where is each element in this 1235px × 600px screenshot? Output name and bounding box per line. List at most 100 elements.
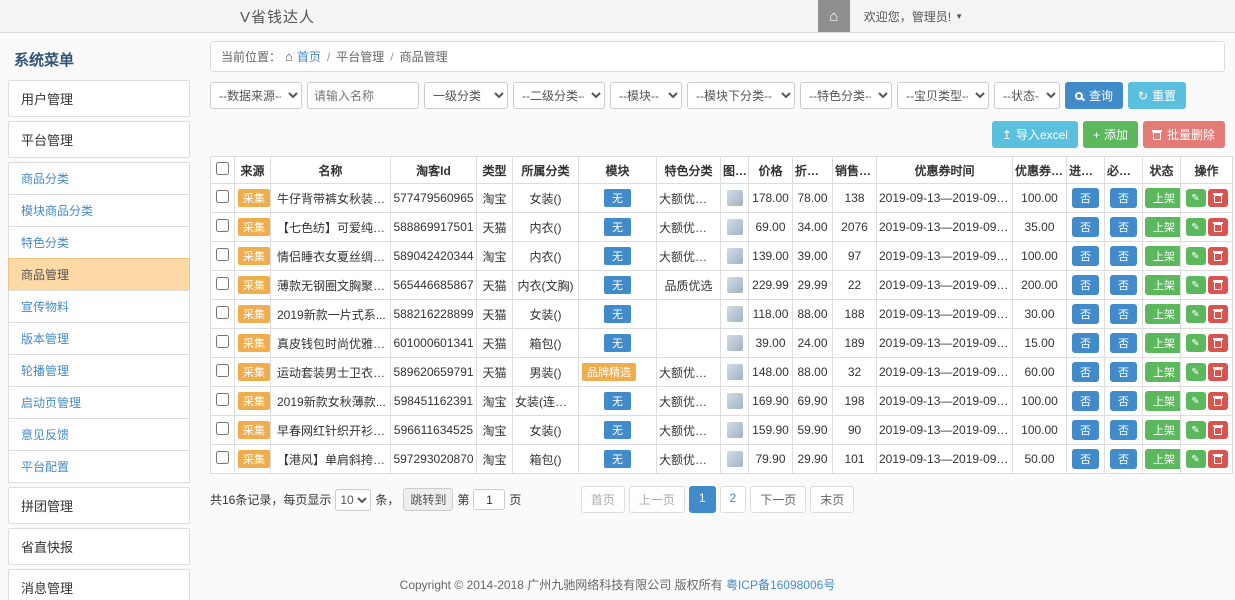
edit-button[interactable]: ✎ xyxy=(1186,189,1206,207)
sidebar-item[interactable]: 平台管理 xyxy=(8,121,190,158)
edit-button[interactable]: ✎ xyxy=(1186,421,1206,439)
sidebar-item[interactable]: 模块商品分类 xyxy=(8,194,190,227)
row-checkbox[interactable] xyxy=(216,277,229,290)
import-select-toggle[interactable]: 否 xyxy=(1072,391,1099,411)
must-buy-toggle[interactable]: 否 xyxy=(1110,304,1137,324)
status-button[interactable]: 上架 xyxy=(1145,391,1181,411)
select-all-checkbox[interactable] xyxy=(216,162,229,175)
page-button-首页[interactable]: 首页 xyxy=(581,486,625,513)
status-button[interactable]: 上架 xyxy=(1145,449,1181,469)
icp-link[interactable]: 粤ICP备16098006号 xyxy=(726,578,835,592)
row-checkbox[interactable] xyxy=(216,190,229,203)
sidebar-item[interactable]: 省直快报 xyxy=(8,528,190,565)
import-select-toggle[interactable]: 否 xyxy=(1072,188,1099,208)
import-select-toggle[interactable]: 否 xyxy=(1072,449,1099,469)
import-select-toggle[interactable]: 否 xyxy=(1072,362,1099,382)
status-button[interactable]: 上架 xyxy=(1145,246,1181,266)
import-select-toggle[interactable]: 否 xyxy=(1072,246,1099,266)
product-type-select[interactable]: --宝贝类型-- xyxy=(897,82,989,109)
import-excel-button[interactable]: ↥ 导入excel xyxy=(992,121,1078,148)
must-buy-toggle[interactable]: 否 xyxy=(1110,217,1137,237)
status-button[interactable]: 上架 xyxy=(1145,188,1181,208)
import-select-toggle[interactable]: 否 xyxy=(1072,217,1099,237)
status-button[interactable]: 上架 xyxy=(1145,217,1181,237)
delete-button[interactable] xyxy=(1208,392,1228,410)
delete-button[interactable] xyxy=(1208,363,1228,381)
row-checkbox[interactable] xyxy=(216,451,229,464)
reset-button[interactable]: ↻ 重置 xyxy=(1128,82,1186,109)
sidebar-item[interactable]: 用户管理 xyxy=(8,80,190,117)
per-page-select[interactable]: 10 xyxy=(335,489,371,511)
must-buy-toggle[interactable]: 否 xyxy=(1110,362,1137,382)
row-checkbox[interactable] xyxy=(216,219,229,232)
delete-button[interactable] xyxy=(1208,334,1228,352)
must-buy-toggle[interactable]: 否 xyxy=(1110,391,1137,411)
edit-button[interactable]: ✎ xyxy=(1186,305,1206,323)
sidebar-item[interactable]: 特色分类 xyxy=(8,226,190,259)
module-subcategory-select[interactable]: --模块下分类-- xyxy=(687,82,795,109)
breadcrumb-home-link[interactable]: 首页 xyxy=(297,48,321,65)
featured-category-select[interactable]: --特色分类-- xyxy=(800,82,892,109)
row-checkbox[interactable] xyxy=(216,306,229,319)
must-buy-toggle[interactable]: 否 xyxy=(1110,333,1137,353)
delete-button[interactable] xyxy=(1208,189,1228,207)
page-button-1[interactable]: 1 xyxy=(689,486,716,513)
sidebar-item[interactable]: 拼团管理 xyxy=(8,487,190,524)
status-select[interactable]: --状态-- xyxy=(994,82,1060,109)
sidebar-item[interactable]: 意见反馈 xyxy=(8,418,190,451)
row-checkbox[interactable] xyxy=(216,422,229,435)
page-button-上一页[interactable]: 上一页 xyxy=(629,486,685,513)
jump-page-input[interactable] xyxy=(473,489,505,510)
sidebar-item[interactable]: 启动页管理 xyxy=(8,386,190,419)
module-select[interactable]: --模块-- xyxy=(610,82,682,109)
must-buy-toggle[interactable]: 否 xyxy=(1110,188,1137,208)
home-button[interactable]: ⌂ xyxy=(818,0,850,32)
edit-button[interactable]: ✎ xyxy=(1186,363,1206,381)
must-buy-toggle[interactable]: 否 xyxy=(1110,275,1137,295)
edit-button[interactable]: ✎ xyxy=(1186,450,1206,468)
page-button-下一页[interactable]: 下一页 xyxy=(750,486,806,513)
status-button[interactable]: 上架 xyxy=(1145,304,1181,324)
user-menu[interactable]: 欢迎您，管理员! ▼ xyxy=(850,8,977,25)
status-button[interactable]: 上架 xyxy=(1145,275,1181,295)
status-button[interactable]: 上架 xyxy=(1145,362,1181,382)
edit-button[interactable]: ✎ xyxy=(1186,247,1206,265)
row-checkbox[interactable] xyxy=(216,248,229,261)
name-search-input[interactable] xyxy=(307,82,419,109)
delete-button[interactable] xyxy=(1208,247,1228,265)
data-source-select[interactable]: --数据来源-- xyxy=(210,82,302,109)
page-button-末页[interactable]: 末页 xyxy=(810,486,854,513)
add-button[interactable]: + 添加 xyxy=(1083,121,1138,148)
row-checkbox[interactable] xyxy=(216,364,229,377)
import-select-toggle[interactable]: 否 xyxy=(1072,420,1099,440)
level2-category-select[interactable]: --二级分类-- xyxy=(513,82,605,109)
must-buy-toggle[interactable]: 否 xyxy=(1110,246,1137,266)
sidebar-item[interactable]: 商品分类 xyxy=(8,162,190,195)
batch-delete-button[interactable]: 批量删除 xyxy=(1143,121,1225,148)
delete-button[interactable] xyxy=(1208,421,1228,439)
status-button[interactable]: 上架 xyxy=(1145,333,1181,353)
sidebar-item[interactable]: 商品管理 xyxy=(8,258,190,291)
delete-button[interactable] xyxy=(1208,276,1228,294)
must-buy-toggle[interactable]: 否 xyxy=(1110,420,1137,440)
sidebar-item[interactable]: 轮播管理 xyxy=(8,354,190,387)
import-select-toggle[interactable]: 否 xyxy=(1072,304,1099,324)
delete-button[interactable] xyxy=(1208,305,1228,323)
row-checkbox[interactable] xyxy=(216,393,229,406)
sidebar-item[interactable]: 平台配置 xyxy=(8,450,190,483)
sidebar-item[interactable]: 版本管理 xyxy=(8,322,190,355)
import-select-toggle[interactable]: 否 xyxy=(1072,333,1099,353)
import-select-toggle[interactable]: 否 xyxy=(1072,275,1099,295)
must-buy-toggle[interactable]: 否 xyxy=(1110,449,1137,469)
edit-button[interactable]: ✎ xyxy=(1186,276,1206,294)
row-checkbox[interactable] xyxy=(216,335,229,348)
edit-button[interactable]: ✎ xyxy=(1186,218,1206,236)
edit-button[interactable]: ✎ xyxy=(1186,392,1206,410)
jump-button[interactable]: 跳转到 xyxy=(403,488,453,511)
page-button-2[interactable]: 2 xyxy=(720,486,747,513)
delete-button[interactable] xyxy=(1208,218,1228,236)
edit-button[interactable]: ✎ xyxy=(1186,334,1206,352)
search-button[interactable]: 查询 xyxy=(1065,82,1123,109)
delete-button[interactable] xyxy=(1208,450,1228,468)
sidebar-item[interactable]: 宣传物料 xyxy=(8,290,190,323)
